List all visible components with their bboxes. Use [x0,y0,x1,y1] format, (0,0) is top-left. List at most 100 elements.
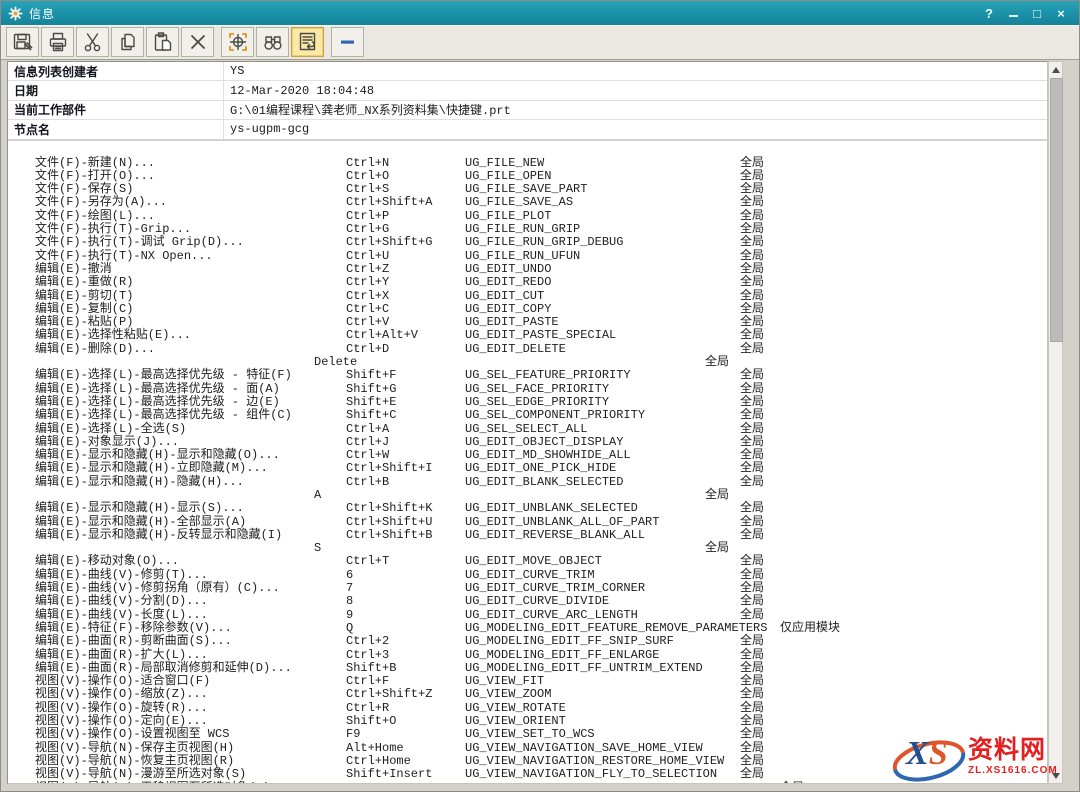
watermark: XS 资料网 ZL.XS1616.COM [884,731,1079,791]
shortcut-row: 编辑(E)-显示和隐藏(H)-隐藏(H)...Ctrl+BUG_EDIT_BLA… [8,476,1047,489]
action-name: UG_MODELING_EDIT_FF_UNTRIM_EXTEND [465,662,703,675]
action-name: UG_MODELING_EDIT_FEATURE_REMOVE_PARAMETE… [465,622,767,635]
scope: 全局 [740,157,764,170]
header-table-row: 日期12-Mar-2020 18:04:48 [8,81,1047,100]
cut-icon [81,30,105,54]
window-title: 信息 [29,5,55,22]
shortcut-key: Shift+Insert [346,768,432,781]
scope: 全局 [740,329,764,342]
shortcut-listing: 文件(F)-新建(N)...Ctrl+NUG_FILE_NEW全局文件(F)-打… [8,157,1047,784]
action-name: UG_VIEW_ZOOM [465,688,551,701]
print-button[interactable] [41,27,74,57]
close-button[interactable]: × [1051,4,1071,22]
action-name: UG_SEL_COMPONENT_PRIORITY [465,409,645,422]
action-name: UG_VIEW_ROTATE [465,702,566,715]
shortcut-key: Ctrl+T [346,555,389,568]
header-label: 节点名 [8,120,224,138]
shortcut-row: 编辑(E)-显示和隐藏(H)-反转显示和隐藏(I)Ctrl+Shift+BUG_… [8,529,1047,542]
shortcut-key: Ctrl+Y [346,276,389,289]
cut-button[interactable] [76,27,109,57]
menu-path: 视图(V)-操作(O)-缩放(Z)... [35,688,208,701]
copy-button[interactable] [111,27,144,57]
find-icon [261,30,285,54]
action-name: UG_VIEW_NAVIGATION_PAN_VIEW_TO_SELECTION [465,782,753,784]
shortcut-row: 编辑(E)-选择(L)-最高选择优先级 - 面(A)Shift+GUG_SEL_… [8,383,1047,396]
toolbar [1,25,1079,60]
scroll-up-arrow[interactable] [1049,62,1062,77]
shortcut-row: 编辑(E)-选择(L)-全选(S)Ctrl+AUG_SEL_SELECT_ALL… [8,423,1047,436]
shortcut-key: Ctrl+Shift+G [346,236,432,249]
save-button[interactable] [6,27,39,57]
shortcut-key: 7 [346,582,353,595]
shortcut-key: Ctrl+F [346,675,389,688]
action-name: UG_EDIT_MD_SHOWHIDE_ALL [465,449,631,462]
find-button[interactable] [256,27,289,57]
copy-icon [116,30,140,54]
scope: 全局 [740,276,764,289]
shortcut-key: Ctrl+B [346,476,389,489]
minimize-button[interactable] [1003,4,1023,22]
paste-button[interactable] [146,27,179,57]
shortcut-key: Ctrl+S [346,183,389,196]
collapse-button[interactable] [331,27,364,57]
shortcut-row: 编辑(E)-移动对象(O)...Ctrl+TUG_EDIT_MOVE_OBJEC… [8,555,1047,568]
list-options-button[interactable] [291,27,324,57]
shortcut-row: 编辑(E)-选择性粘贴(E)...Ctrl+Alt+VUG_EDIT_PASTE… [8,329,1047,342]
scope: 全局 [740,250,764,263]
shortcut-key: Alt+Home [346,742,404,755]
scope: 全局 [705,356,729,369]
shortcut-key: Shift+B [346,662,396,675]
menu-path: 编辑(E)-选择(L)-最高选择优先级 - 面(A) [35,383,280,396]
delete-icon [186,30,210,54]
menu-path: 视图(V)-导航(N)-漫游至所选对象(S) [35,768,246,781]
shortcut-row: 编辑(E)-显示和隐藏(H)-显示(S)...Ctrl+Shift+KUG_ED… [8,502,1047,515]
header-table-row: 信息列表创建者YS [8,62,1047,81]
menu-path: 文件(F)-新建(N)... [35,157,155,170]
menu-path: 文件(F)-另存为(A)... [35,196,167,209]
maximize-button[interactable]: □ [1027,4,1047,22]
action-name: UG_FILE_RUN_GRIP_DEBUG [465,236,623,249]
menu-path: 编辑(E)-显示和隐藏(H)-立即隐藏(M)... [35,462,268,475]
action-name: UG_EDIT_PASTE [465,316,559,329]
action-name: UG_EDIT_UNBLANK_ALL_OF_PART [465,516,659,529]
action-name: UG_VIEW_NAVIGATION_FLY_TO_SELECTION [465,768,717,781]
info-content: 信息列表创建者YS日期12-Mar-2020 18:04:48当前工作部件G:\… [7,61,1048,784]
scrollbar-thumb[interactable] [1050,78,1063,342]
shortcut-key: Ctrl+Home [346,755,411,768]
locate-button[interactable] [221,27,254,57]
shortcut-row: 编辑(E)-复制(C)Ctrl+CUG_EDIT_COPY全局 [8,303,1047,316]
shortcut-key: 9 [346,609,353,622]
shortcut-row: 编辑(E)-删除(D)...Ctrl+DUG_EDIT_DELETE全局 [8,343,1047,356]
action-name: UG_MODELING_EDIT_FF_ENLARGE [465,649,659,662]
shortcut-row: 文件(F)-新建(N)...Ctrl+NUG_FILE_NEW全局 [8,157,1047,170]
action-name: UG_SEL_EDGE_PRIORITY [465,396,609,409]
shortcut-key: Ctrl+X [346,290,389,303]
shortcut-key: Shift+F [346,369,396,382]
menu-path: 编辑(E)-显示和隐藏(H)-显示(S)... [35,502,244,515]
scope: 全局 [740,649,764,662]
shortcut-key: Ctrl+U [346,250,389,263]
help-button[interactable]: ? [979,4,999,22]
shortcut-key: Ctrl+N [346,157,389,170]
action-name: UG_EDIT_UNDO [465,263,551,276]
shortcut-key: Ctrl+C [346,303,389,316]
shortcut-row: 编辑(E)-曲线(V)-分割(D)...8UG_EDIT_CURVE_DIVID… [8,595,1047,608]
vertical-scrollbar[interactable] [1048,61,1063,784]
menu-path: 编辑(E)-曲线(V)-分割(D)... [35,595,208,608]
menu-path: 编辑(E)-选择性粘贴(E)... [35,329,191,342]
save-icon [11,30,35,54]
header-value: YS [224,64,244,78]
scope: 全局 [740,728,764,741]
scope: 全局 [740,742,764,755]
action-name: UG_VIEW_NAVIGATION_SAVE_HOME_VIEW [465,742,703,755]
action-name: UG_FILE_OPEN [465,170,551,183]
scope: 全局 [740,555,764,568]
shortcut-row: 编辑(E)-显示和隐藏(H)-立即隐藏(M)...Ctrl+Shift+IUG_… [8,462,1047,475]
delete-button[interactable] [181,27,214,57]
action-name: UG_FILE_PLOT [465,210,551,223]
header-label: 信息列表创建者 [8,62,224,80]
header-label: 当前工作部件 [8,101,224,119]
shortcut-key: Ctrl+3 [346,649,389,662]
action-name: UG_VIEW_NAVIGATION_RESTORE_HOME_VIEW [465,755,724,768]
shortcut-row: 编辑(E)-剪切(T)Ctrl+XUG_EDIT_CUT全局 [8,290,1047,303]
